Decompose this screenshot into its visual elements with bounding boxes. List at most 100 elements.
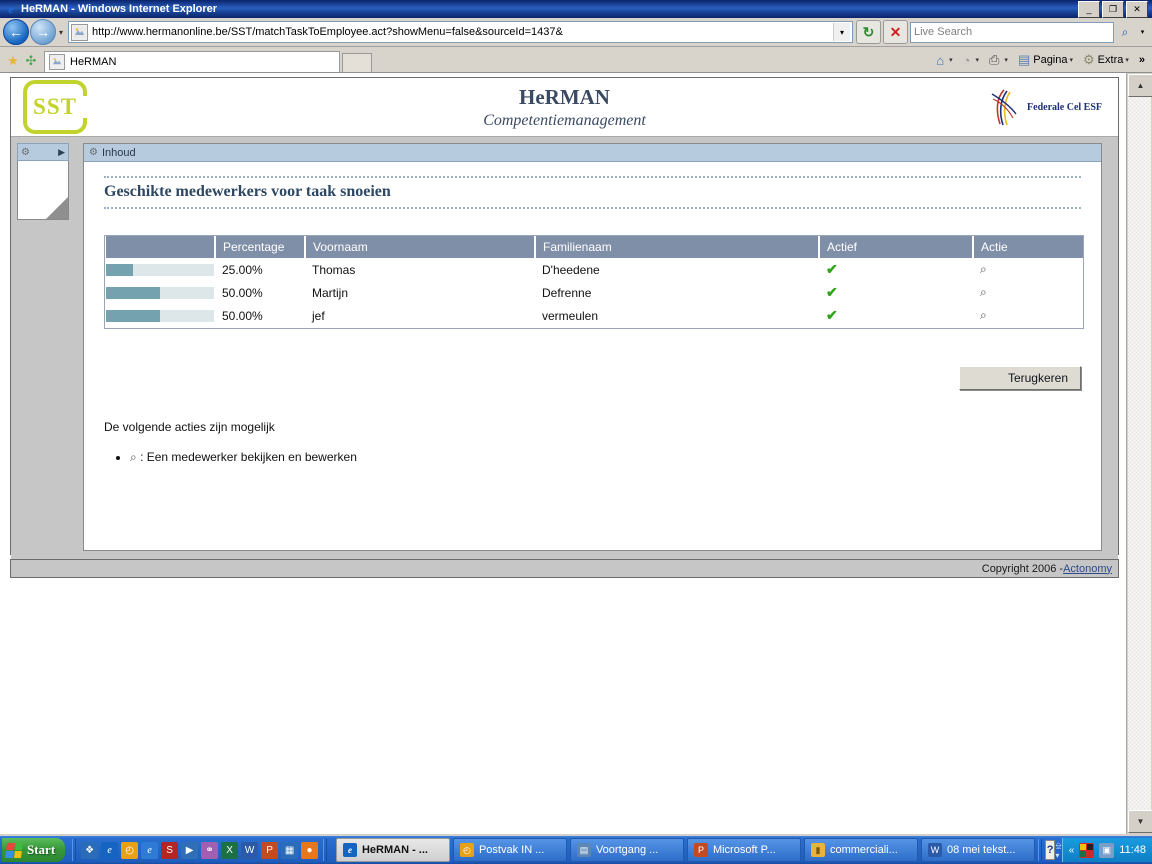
esf-logo-text: Federale Cel ESF (1027, 101, 1102, 113)
column-header-bar[interactable] (106, 236, 216, 258)
column-header-actief[interactable]: Actief (819, 236, 974, 258)
restore-button[interactable]: ❐ (1102, 0, 1124, 18)
powerpoint-icon[interactable]: P (261, 841, 279, 859)
results-table-wrapper: Percentage Voornaam Familienaam Actief A… (104, 235, 1084, 329)
task-button-word-doc[interactable]: W 08 mei tekst... (920, 838, 1035, 862)
legend-text: : Een medewerker bekijken en bewerken (140, 450, 357, 464)
language-bar-icon[interactable] (1079, 842, 1095, 858)
search-provider-caret-icon[interactable]: ▾ (1136, 22, 1149, 43)
help-tray-icon[interactable]: ? (1044, 840, 1056, 860)
internet-explorer-icon[interactable]: e (101, 841, 119, 859)
add-to-favorites-icon[interactable]: ✣ (22, 50, 40, 72)
page-caret-icon[interactable]: ▾ (1070, 56, 1074, 64)
app-subtitle: Competentiemanagement (483, 111, 646, 129)
actonomy-link[interactable]: Actonomy (1063, 563, 1112, 575)
history-dropdown-icon[interactable]: ▾ (59, 28, 63, 37)
address-input[interactable]: http://www.hermanonline.be/SST/matchTask… (68, 21, 853, 43)
back-button[interactable]: ← (3, 19, 29, 45)
table-row: 50.00% Martijn Defrenne ✔ ⌕ (106, 281, 1083, 304)
tab-herman[interactable]: HeRMAN (44, 51, 340, 72)
home-button[interactable]: ⌂ ▾ (933, 49, 959, 71)
view-employee-icon[interactable]: ⌕ (980, 262, 987, 276)
side-panel-expand-icon[interactable]: ▶ (58, 147, 65, 158)
network-icon[interactable]: ▣ (1099, 842, 1115, 858)
home-caret-icon[interactable]: ▾ (949, 56, 953, 64)
vertical-scrollbar[interactable]: ▲ ▼ (1126, 73, 1152, 834)
esf-logo: Federale Cel ESF (990, 88, 1102, 126)
taskbar: Start ❖ e ◴ e S ▶ ⚭ X W P ▦ ● e HeRMAN -… (0, 836, 1152, 864)
tools-menu-label: Extra (1097, 54, 1124, 66)
system-tray: « ▣ 11:48 (1061, 838, 1152, 862)
percentage-value: 50.00% (215, 304, 305, 327)
new-tab-button[interactable] (342, 53, 372, 72)
view-employee-legend-icon: ⌕ (130, 450, 137, 464)
percentage-bar-cell (106, 258, 215, 281)
forward-button[interactable]: → (30, 19, 56, 45)
terugkeren-button[interactable]: Terugkeren (959, 366, 1081, 390)
minimize-button[interactable]: _ (1078, 0, 1100, 18)
task-label: Voortgang ... (595, 844, 659, 856)
command-overflow-icon[interactable]: » (1136, 54, 1148, 66)
column-header-actie[interactable]: Actie (973, 236, 1083, 258)
address-dropdown-icon[interactable]: ▾ (833, 23, 850, 41)
task-button-powerpoint[interactable]: P Microsoft P... (686, 838, 801, 862)
command-bar: ⌂ ▾ ◔ ▾ ⎙ ▾ ▤ Pagina ▾ ⚙ Extra ▾ » (933, 48, 1152, 72)
content-gear-icon: ⚙ (89, 147, 98, 158)
task-label: commerciali... (829, 844, 898, 856)
sst-app-icon[interactable]: S (161, 841, 179, 859)
print-button[interactable]: ⎙ ▾ (986, 49, 1015, 71)
stop-button[interactable]: ✕ (883, 20, 908, 44)
page-menu-button[interactable]: ▤ Pagina ▾ (1015, 49, 1080, 71)
view-employee-icon[interactable]: ⌕ (980, 308, 987, 322)
side-panel-gear-icon: ⚙ (21, 146, 30, 158)
scrollbar-track[interactable] (1128, 97, 1151, 810)
list-item: ⌕ : Een medewerker bekijken en bewerken (130, 450, 1081, 465)
table-header-row: Percentage Voornaam Familienaam Actief A… (106, 236, 1083, 258)
search-input[interactable]: Live Search (910, 21, 1114, 43)
browser-icon[interactable]: e (141, 841, 159, 859)
task-button-commercialisatie[interactable]: ▮ commerciali... (803, 838, 918, 862)
feeds-button[interactable]: ◔ ▾ (960, 49, 986, 71)
esf-swoosh-icon (990, 88, 1024, 126)
word-icon[interactable]: W (241, 841, 259, 859)
percentage-bar-fill (106, 309, 160, 322)
side-panel-body (17, 161, 69, 220)
excel-icon[interactable]: X (221, 841, 239, 859)
refresh-button[interactable]: ↻ (856, 20, 881, 44)
start-button[interactable]: Start (2, 838, 66, 862)
app-body: ⚙ ▶ ⚙ Inhoud Geschikte medewerkers voor … (11, 137, 1118, 559)
percentage-bar-cell (106, 304, 215, 327)
column-header-voornaam[interactable]: Voornaam (305, 236, 536, 258)
active-check-icon: ✔ (826, 284, 838, 300)
print-caret-icon[interactable]: ▾ (1004, 56, 1008, 64)
feeds-caret-icon[interactable]: ▾ (976, 56, 980, 64)
search-icon[interactable]: ⌕ (1114, 22, 1136, 43)
scroll-up-button[interactable]: ▲ (1128, 74, 1152, 97)
percentage-bar-fill (106, 286, 160, 299)
key-icon[interactable]: ⚭ (201, 841, 219, 859)
copyright-text: Copyright 2006 - (981, 562, 1064, 575)
tray-expand-icon[interactable]: « (1069, 845, 1075, 856)
firefox-icon[interactable]: ● (301, 841, 319, 859)
outlook-icon[interactable]: ▦ (281, 841, 299, 859)
view-employee-icon[interactable]: ⌕ (980, 285, 987, 299)
voornaam-value: Martijn (305, 281, 535, 304)
favorites-center-icon[interactable]: ★ (4, 50, 22, 72)
task-button-voortgang[interactable]: ▤ Voortgang ... (569, 838, 684, 862)
clock-icon[interactable]: ◴ (121, 841, 139, 859)
close-button[interactable]: ✕ (1126, 0, 1148, 18)
column-header-familienaam[interactable]: Familienaam (535, 236, 820, 258)
side-panel-header[interactable]: ⚙ ▶ (17, 143, 69, 161)
task-button-postvak[interactable]: ◴ Postvak IN ... (452, 838, 567, 862)
scroll-down-button[interactable]: ▼ (1128, 810, 1152, 833)
percentage-bar-cell (106, 281, 215, 304)
column-header-percentage[interactable]: Percentage (215, 236, 306, 258)
url-text: http://www.hermanonline.be/SST/matchTask… (92, 26, 563, 38)
tools-caret-icon[interactable]: ▾ (1125, 56, 1129, 64)
actions-legend: ⌕ : Een medewerker bekijken en bewerken (130, 450, 1081, 465)
task-button-herman[interactable]: e HeRMAN - ... (335, 838, 450, 862)
tools-menu-button[interactable]: ⚙ Extra ▾ (1080, 49, 1136, 71)
show-desktop-icon[interactable]: ❖ (81, 841, 99, 859)
tray-clock[interactable]: 11:48 (1119, 844, 1146, 856)
media-player-icon[interactable]: ▶ (181, 841, 199, 859)
